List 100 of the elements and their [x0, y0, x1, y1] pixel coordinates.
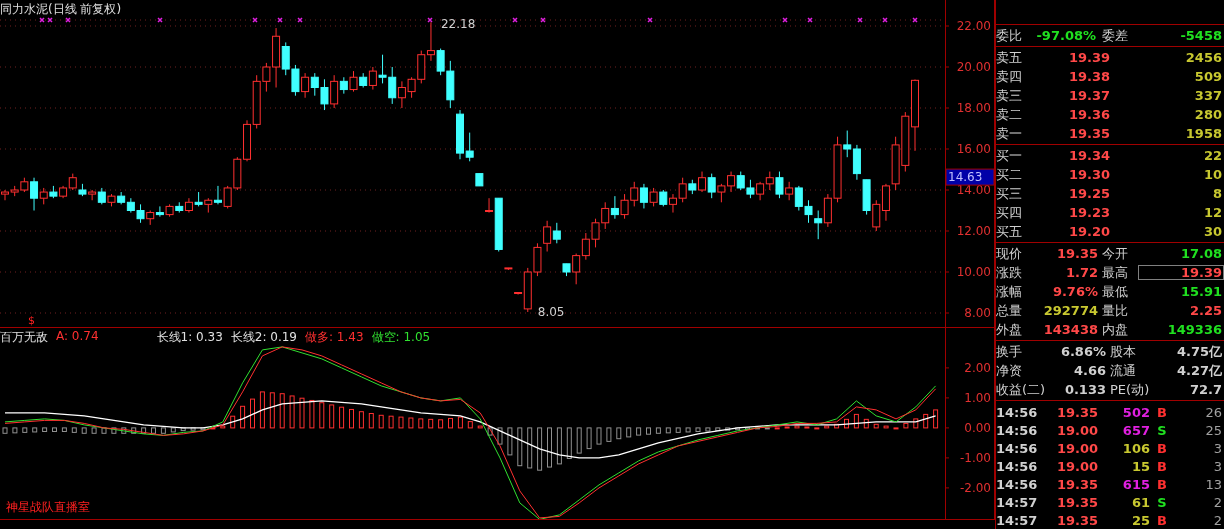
candlestick — [649, 187, 658, 207]
tick-volume: 106 — [1121, 440, 1150, 456]
axis-label: 22.00 — [956, 19, 991, 33]
tick-time: 14:56 — [996, 422, 1039, 438]
candlestick — [678, 177, 687, 203]
tick-side: S — [1156, 494, 1168, 510]
quote-volume: 12 — [1202, 205, 1223, 220]
tick-count: 13 — [1204, 476, 1223, 492]
quote-price: 19.34 — [1067, 148, 1110, 163]
stat-label: 总量 — [996, 301, 1023, 320]
price-label: 22.18 — [440, 17, 476, 32]
candlestick — [543, 220, 552, 252]
stat-label: PE(动) — [1109, 380, 1151, 399]
quote-price: 19.23 — [1067, 205, 1110, 220]
legend-value: A: 0.74 — [56, 329, 99, 345]
stat-label: 流通 — [1109, 361, 1137, 380]
candlestick — [88, 189, 97, 201]
stat-label: 最低 — [1101, 282, 1129, 301]
candlestick — [301, 72, 310, 99]
order-diff-label: 委差 — [1101, 26, 1129, 45]
stat-label: 涨跌 — [996, 263, 1023, 282]
candlestick — [349, 70, 358, 93]
axis-label: 2.00 — [964, 360, 991, 375]
candlestick — [639, 183, 648, 209]
candlestick — [775, 171, 784, 199]
quote-price: 19.20 — [1067, 224, 1110, 239]
indicator-name: 百万无敌 — [0, 329, 48, 346]
quote-level-label: 卖一 — [996, 124, 1023, 143]
axis-label: 8.00 — [964, 306, 991, 320]
quote-price: 19.30 — [1067, 167, 1110, 182]
quote-level-label: 卖三 — [996, 86, 1023, 105]
legend-value: 长线2: 0.19 — [230, 329, 297, 346]
candlestick — [330, 74, 339, 109]
axis-label: 16.00 — [956, 142, 991, 156]
stat-value: 17.08 — [1179, 246, 1223, 261]
stat-value: 149336 — [1166, 322, 1223, 337]
tick-count: 3 — [1212, 440, 1223, 456]
tick-side: B — [1156, 476, 1168, 492]
candlestick — [765, 171, 774, 191]
candlestick — [514, 292, 523, 296]
candlestick — [756, 181, 765, 201]
stat-label: 换手 — [996, 342, 1023, 361]
quote-volume: 509 — [1193, 69, 1223, 84]
stat-value: 4.66 — [1072, 363, 1106, 378]
tick-count: 2 — [1212, 512, 1223, 528]
candlestick — [552, 222, 561, 244]
stat-value: 6.86% — [1059, 344, 1106, 359]
axis-label: 1.00 — [964, 390, 991, 405]
candlestick — [368, 66, 377, 91]
candlestick — [572, 253, 581, 285]
stat-value: 9.76% — [1051, 284, 1098, 299]
stat-value: 72.7 — [1188, 382, 1223, 397]
tick-count: 3 — [1212, 458, 1223, 474]
stat-value: 143438 — [1042, 322, 1098, 337]
candlestick — [872, 199, 881, 232]
tick-price: 19.35 — [1055, 404, 1098, 420]
candlestick — [698, 171, 707, 193]
stat-label: 股本 — [1109, 342, 1137, 361]
tick-side: B — [1156, 512, 1168, 528]
stat-label: 净资 — [996, 361, 1023, 380]
candlestick — [785, 181, 794, 201]
quote-level-label: 买一 — [996, 146, 1023, 165]
axis-label: 10.00 — [956, 265, 991, 279]
tick-volume: 25 — [1130, 512, 1150, 528]
footer-text: 神星战队直播室 — [6, 499, 90, 516]
stat-label: 涨幅 — [996, 282, 1023, 301]
stat-label: 外盘 — [996, 320, 1023, 339]
stat-value: 19.35 — [1055, 246, 1098, 261]
candlestick — [213, 185, 222, 205]
legend-value: 做多: 1.43 — [305, 329, 364, 346]
quote-price: 19.38 — [1067, 69, 1110, 84]
quote-volume: 10 — [1202, 167, 1223, 182]
tick-volume: 615 — [1121, 476, 1150, 492]
tick-time: 14:56 — [996, 440, 1039, 456]
quote-volume: 1958 — [1184, 126, 1223, 141]
quote-level-label: 买三 — [996, 184, 1023, 203]
tick-count: 25 — [1204, 422, 1223, 438]
axis-label: 14.00 — [956, 183, 991, 197]
stat-value: 1.72 — [1064, 265, 1098, 280]
price-label: 8.05 — [537, 305, 565, 319]
axis-label: 20.00 — [956, 60, 991, 74]
quote-volume: 280 — [1193, 107, 1223, 122]
tick-side: B — [1156, 440, 1168, 456]
quote-volume: 30 — [1202, 224, 1223, 239]
tick-volume: 502 — [1121, 404, 1150, 420]
stat-label: 内盘 — [1101, 320, 1129, 339]
tick-side: B — [1156, 458, 1168, 474]
tick-price: 19.00 — [1055, 422, 1098, 438]
legend-value: 长线1: 0.33 — [156, 329, 223, 346]
quote-price: 19.35 — [1067, 126, 1110, 141]
tick-time: 14:57 — [996, 512, 1039, 528]
tick-count: 26 — [1204, 404, 1223, 420]
stat-value: 2.25 — [1188, 303, 1223, 318]
price-tag: 14.63 — [945, 168, 995, 186]
candlestick — [155, 205, 164, 218]
tick-volume: 61 — [1130, 494, 1150, 510]
quote-level-label: 卖五 — [996, 48, 1023, 67]
candlestick — [30, 177, 39, 211]
tick-volume: 657 — [1121, 422, 1150, 438]
quote-level-label: 卖四 — [996, 67, 1023, 86]
